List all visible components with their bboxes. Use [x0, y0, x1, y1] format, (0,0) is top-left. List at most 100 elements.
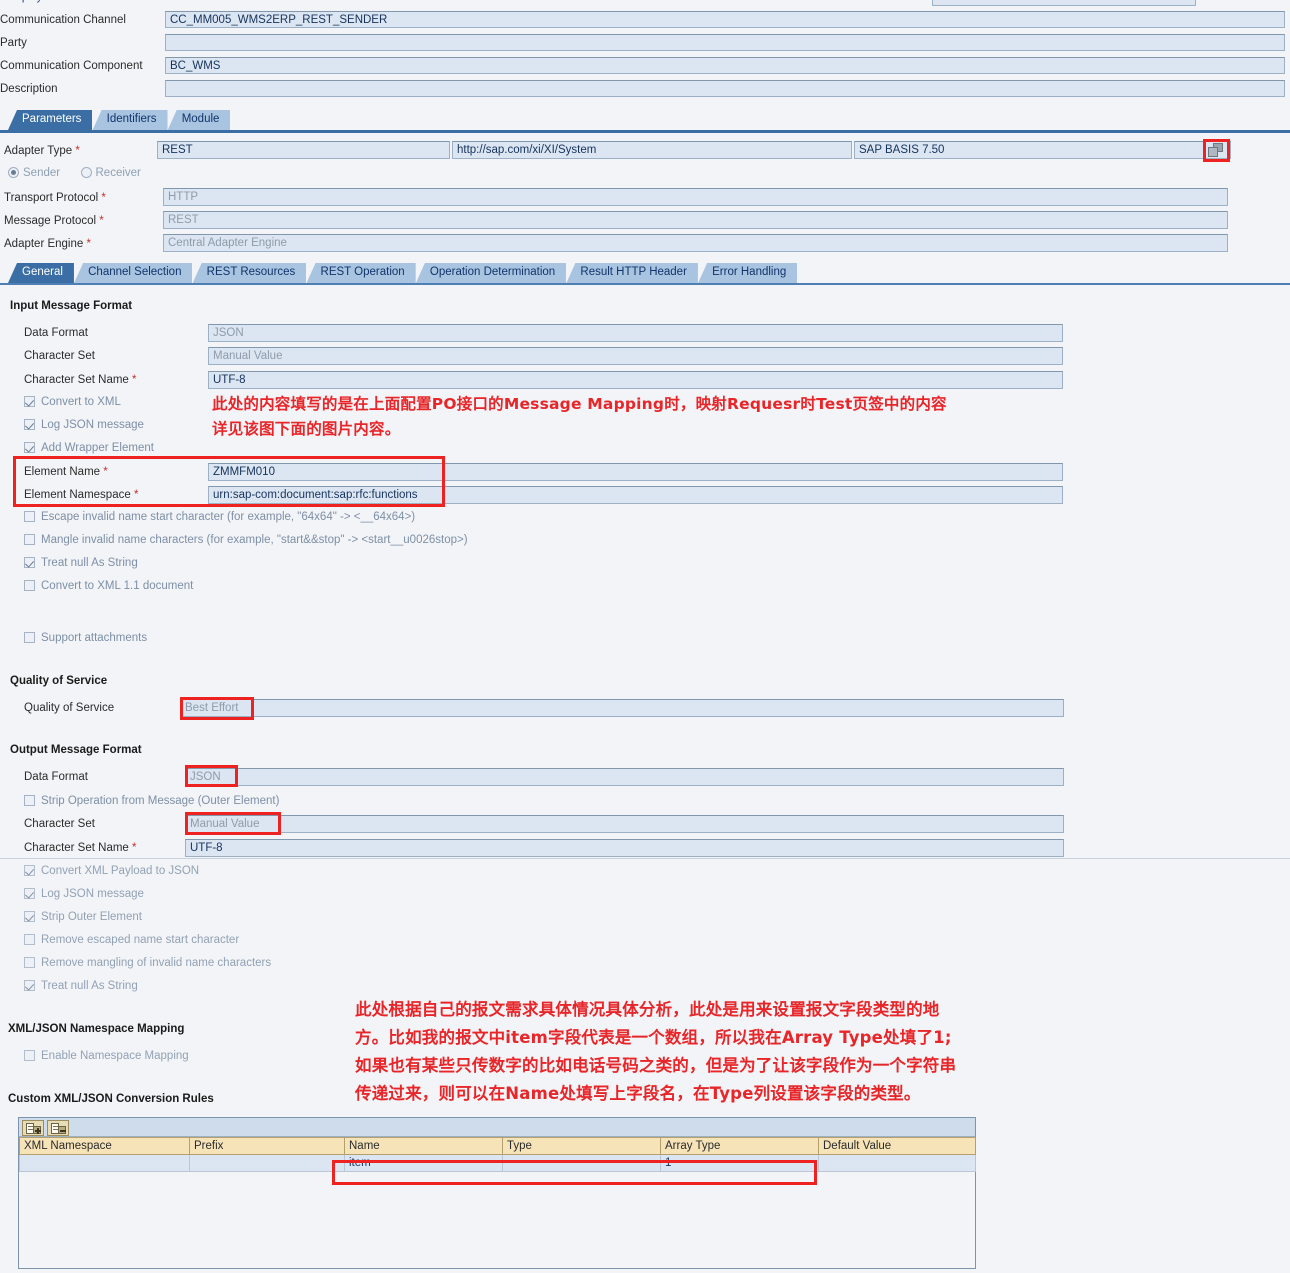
tab-error-handling[interactable]: Error Handling — [698, 263, 798, 283]
adapter-type-label: Adapter Type * — [4, 145, 80, 157]
checkbox-box — [24, 957, 35, 968]
radio-sender[interactable]: Sender — [8, 167, 60, 179]
add-row-icon[interactable] — [22, 1120, 44, 1136]
party-label: Party — [0, 37, 27, 49]
tab-module[interactable]: Module — [167, 110, 231, 130]
communication-component-label: Communication Component — [0, 60, 143, 72]
cell-type[interactable] — [502, 1154, 661, 1172]
adapter-type-field[interactable]: REST — [157, 141, 450, 159]
checkbox-enable-namespace-mapping[interactable]: Enable Namespace Mapping — [24, 1050, 189, 1062]
transport-protocol-field[interactable]: HTTP — [163, 188, 1228, 206]
checkbox-log-json-message-output[interactable]: Log JSON message — [24, 888, 144, 900]
checkbox-treat-null-as-string-input[interactable]: Treat null As String — [24, 557, 138, 569]
element-name-field[interactable]: ZMMFM010 — [208, 463, 1063, 481]
col-prefix[interactable]: Prefix — [189, 1137, 345, 1155]
checkbox-escape-invalid-name-start-character[interactable]: Escape invalid name start character (for… — [24, 511, 415, 523]
cell-default-value[interactable] — [818, 1154, 976, 1172]
col-name[interactable]: Name — [344, 1137, 503, 1155]
element-namespace-label: Element Namespace * — [24, 489, 139, 501]
output-character-set-label: Character Set — [24, 818, 95, 830]
checkbox-remove-escaped-name-start-character[interactable]: Remove escaped name start character — [24, 934, 239, 946]
sub-tabstrip: General Channel Selection REST Resources… — [8, 263, 798, 283]
communication-channel-field[interactable]: CC_MM005_WMS2ERP_REST_SENDER — [165, 11, 1285, 28]
output-character-set-field[interactable]: Manual Value — [185, 815, 1064, 833]
cell-name[interactable]: item — [344, 1154, 503, 1172]
input-message-format-title: Input Message Format — [10, 300, 133, 312]
adapter-swcv-field[interactable]: SAP BASIS 7.50 — [854, 141, 1231, 159]
communication-component-field[interactable]: BC_WMS — [165, 57, 1285, 74]
table-empty-area — [19, 1172, 975, 1264]
checkbox-treat-null-as-string-output[interactable]: Treat null As String — [24, 980, 138, 992]
stacked-squares-icon[interactable] — [1208, 143, 1224, 158]
tab-channel-selection[interactable]: Channel Selection — [74, 263, 193, 283]
checkbox-mangle-invalid-name-characters[interactable]: Mangle invalid name characters (for exam… — [24, 534, 468, 546]
input-character-set-label: Character Set — [24, 350, 95, 362]
checkbox-convert-to-xml[interactable]: Convert to XML — [24, 396, 121, 408]
tab-operation-determination[interactable]: Operation Determination — [415, 263, 567, 283]
checkbox-box — [24, 511, 35, 522]
tab-result-http-header[interactable]: Result HTTP Header — [566, 263, 698, 283]
checkbox-box — [24, 419, 35, 430]
cell-prefix[interactable] — [189, 1154, 345, 1172]
radio-receiver[interactable]: Receiver — [80, 167, 141, 179]
annotation-note-1: 此处的内容填写的是在上面配置PO接口的Message Mapping时，映射Re… — [212, 395, 947, 438]
quality-of-service-title: Quality of Service — [10, 675, 108, 687]
checkbox-support-attachments[interactable]: Support attachments — [24, 632, 147, 644]
input-character-set-name-field[interactable]: UTF-8 — [208, 371, 1063, 389]
input-data-format-label: Data Format — [24, 327, 88, 339]
message-protocol-label: Message Protocol * — [4, 215, 104, 227]
conversion-rules-grid: XML Namespace Prefix Name Type Array Typ… — [19, 1137, 976, 1172]
direction-radio-group[interactable]: Sender Receiver — [8, 167, 141, 179]
output-data-format-field[interactable]: JSON — [185, 768, 1064, 786]
cell-array-type[interactable]: 1 — [660, 1154, 819, 1172]
main-tabstrip: Parameters Identifiers Module — [8, 110, 231, 130]
checkbox-box — [24, 888, 35, 899]
checkbox-convert-to-xml-11-document[interactable]: Convert to XML 1.1 document — [24, 580, 193, 592]
tab-identifiers[interactable]: Identifiers — [92, 110, 168, 130]
conversion-rules-title: Custom XML/JSON Conversion Rules — [8, 1093, 214, 1105]
top-cutoff-field — [932, 0, 1196, 6]
col-type[interactable]: Type — [502, 1137, 661, 1155]
col-xml-namespace[interactable]: XML Namespace — [19, 1137, 190, 1155]
tab-general[interactable]: General — [8, 263, 74, 283]
checkbox-box — [24, 632, 35, 643]
message-protocol-field[interactable]: REST — [163, 211, 1228, 229]
adapter-namespace-field[interactable]: http://sap.com/xi/XI/System — [452, 141, 852, 159]
col-array-type[interactable]: Array Type — [660, 1137, 819, 1155]
checkbox-remove-mangling-of-invalid-name-characters[interactable]: Remove mangling of invalid name characte… — [24, 957, 271, 969]
table-header-row: XML Namespace Prefix Name Type Array Typ… — [19, 1137, 976, 1155]
adapter-engine-label: Adapter Engine * — [4, 238, 91, 250]
annotation-note-2: 此处根据自己的报文需求具体情况具体分析，此处是用来设置报文字段类型的地 方。比如… — [355, 1000, 957, 1103]
checkbox-convert-xml-payload-to-json[interactable]: Convert XML Payload to JSON — [24, 865, 199, 877]
radio-sender-dot — [8, 167, 19, 178]
checkbox-box — [24, 442, 35, 453]
col-default-value[interactable]: Default Value — [818, 1137, 976, 1155]
top-cutoff-strip: Display +/- — [0, 0, 1290, 8]
checkbox-box — [24, 911, 35, 922]
description-field[interactable] — [165, 80, 1285, 97]
checkbox-box — [24, 396, 35, 407]
checkbox-box — [24, 934, 35, 945]
adapter-engine-field[interactable]: Central Adapter Engine — [163, 234, 1228, 252]
input-data-format-field[interactable]: JSON — [208, 324, 1063, 342]
checkbox-box — [24, 580, 35, 591]
tab-rest-resources[interactable]: REST Resources — [192, 263, 307, 283]
table-row[interactable]: item 1 — [19, 1154, 976, 1172]
delete-row-icon[interactable] — [47, 1120, 69, 1136]
element-namespace-field[interactable]: urn:sap-com:document:sap:rfc:functions — [208, 486, 1063, 504]
output-character-set-name-field[interactable]: UTF-8 — [185, 839, 1064, 857]
checkbox-strip-outer-element[interactable]: Strip Outer Element — [24, 911, 142, 923]
element-name-label: Element Name * — [24, 466, 108, 478]
checkbox-strip-operation-from-message[interactable]: Strip Operation from Message (Outer Elem… — [24, 795, 279, 807]
party-field[interactable] — [165, 34, 1285, 51]
input-character-set-field[interactable]: Manual Value — [208, 347, 1063, 365]
checkbox-add-wrapper-element[interactable]: Add Wrapper Element — [24, 442, 154, 454]
tab-parameters[interactable]: Parameters — [8, 110, 93, 130]
main-tabstrip-underline — [0, 130, 1290, 133]
cell-xml-namespace[interactable] — [19, 1154, 190, 1172]
quality-of-service-label: Quality of Service — [24, 702, 115, 714]
quality-of-service-field[interactable]: Best Effort — [180, 699, 1064, 717]
tab-rest-operation[interactable]: REST Operation — [306, 263, 416, 283]
top-cutoff-right-text: +/- — [1240, 0, 1253, 3]
checkbox-log-json-message[interactable]: Log JSON message — [24, 419, 144, 431]
